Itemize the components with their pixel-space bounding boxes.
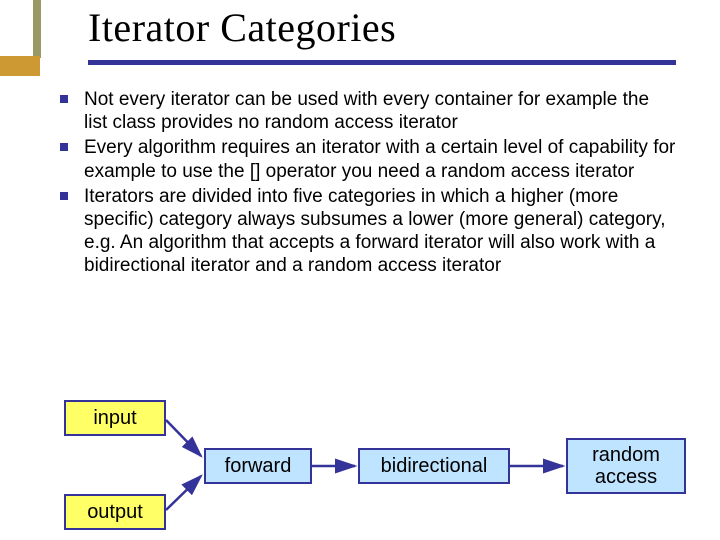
box-output: output [64, 494, 166, 530]
arrow-output-forward [166, 476, 201, 510]
box-bidirectional: bidirectional [358, 448, 510, 484]
body-text: Not every iterator can be used with ever… [56, 88, 676, 279]
bullet-item: Not every iterator can be used with ever… [56, 88, 676, 134]
slide: Iterator Categories Not every iterator c… [0, 0, 720, 540]
box-input: input [64, 400, 166, 436]
title-area: Iterator Categories [88, 4, 396, 51]
accent-bar-horizontal [0, 56, 40, 76]
bullet-item: Iterators are divided into five categori… [56, 185, 676, 278]
bullet-list: Not every iterator can be used with ever… [56, 88, 676, 277]
accent-bar-vertical [33, 0, 41, 58]
slide-title: Iterator Categories [88, 4, 396, 51]
box-forward: forward [204, 448, 312, 484]
box-random-access: random access [566, 438, 686, 494]
title-underline [88, 60, 676, 65]
bullet-item: Every algorithm requires an iterator wit… [56, 136, 676, 182]
arrow-input-forward [166, 420, 201, 456]
